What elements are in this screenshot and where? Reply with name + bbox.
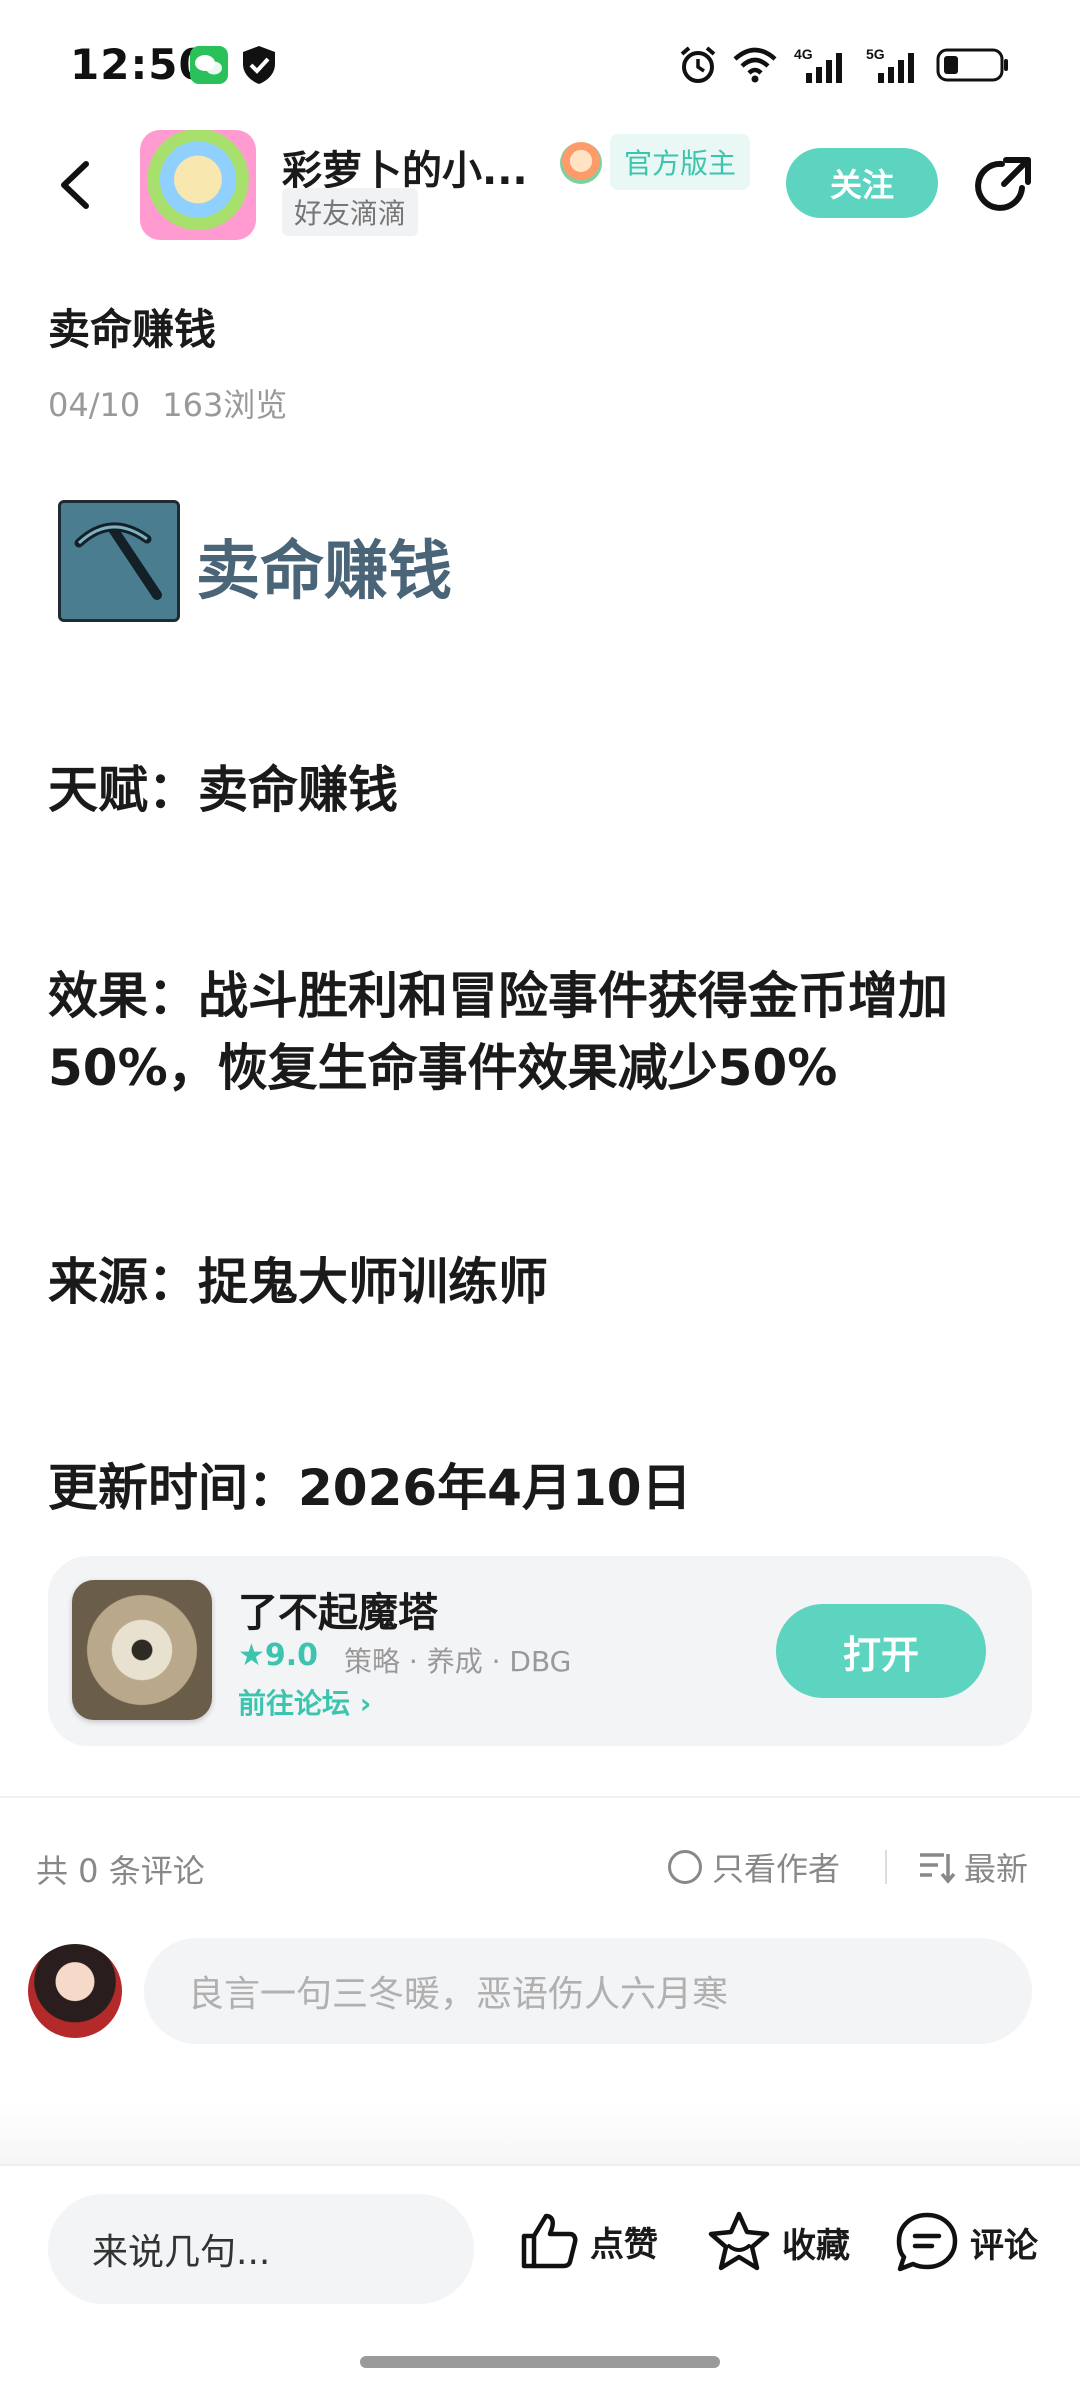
- source-line: 来源：捉鬼大师训练师: [48, 1253, 548, 1311]
- author-only-label: 只看作者: [712, 1850, 841, 1888]
- signal-5g-icon: 5G: [866, 46, 914, 83]
- like-button[interactable]: 点赞: [518, 2210, 658, 2272]
- official-badge: 官方版主: [610, 134, 751, 190]
- author-only-toggle[interactable]: 只看作者: [668, 1844, 840, 1890]
- forum-header: 彩萝卜的小... 好友滴滴 官方版主 关注: [0, 130, 1080, 240]
- separator: [885, 1850, 887, 1884]
- alarm-icon: [680, 46, 716, 83]
- comment-input[interactable]: 良言一句三冬暖，恶语伤人六月寒: [144, 1938, 1032, 2044]
- comment-count: 共 0 条评论: [36, 1852, 205, 1890]
- post-meta: 04/10 163浏览: [48, 380, 287, 426]
- open-button[interactable]: 打开: [776, 1604, 986, 1698]
- post-views: 163浏览: [162, 386, 288, 424]
- status-time: 12:50: [70, 40, 209, 89]
- favorite-button[interactable]: 收藏: [706, 2210, 850, 2274]
- comment-button[interactable]: 评论: [894, 2210, 1038, 2274]
- thumbs-up-icon: [521, 2213, 578, 2269]
- signal-4g-icon: 4G: [794, 46, 842, 83]
- comment-label: 评论: [970, 2225, 1038, 2266]
- sort-icon: [920, 1853, 956, 1884]
- update-line: 更新时间：2026年4月10日: [48, 1459, 692, 1517]
- post-date: 04/10: [48, 386, 141, 424]
- post-title: 卖命赚钱: [48, 305, 217, 354]
- sort-label: 最新: [964, 1850, 1029, 1888]
- follow-button[interactable]: 关注: [786, 148, 938, 218]
- status-bar: 12:50 4G 5G: [0, 0, 1080, 130]
- chevron-left-icon: [61, 161, 89, 209]
- game-icon: [72, 1580, 212, 1720]
- effect-line: 效果：战斗胜利和冒险事件获得金币增加50%，恢复生命事件效果减少50%: [48, 967, 948, 1097]
- share-button[interactable]: [970, 152, 1036, 218]
- bottom-fade: [0, 2100, 1080, 2164]
- game-card[interactable]: 了不起魔塔 ★9.0 策略 · 养成 · DBG 前往论坛 › 打开: [48, 1556, 1032, 1746]
- wechat-icon: [190, 46, 228, 84]
- radio-icon: [668, 1850, 702, 1884]
- home-indicator[interactable]: [360, 2356, 720, 2368]
- back-button[interactable]: [48, 150, 108, 220]
- shield-icon: [240, 44, 278, 86]
- battery-icon: [936, 48, 1008, 82]
- forum-subtag: 好友滴滴: [282, 188, 419, 236]
- divider: [0, 1796, 1080, 1798]
- star-icon: [708, 2211, 770, 2271]
- avatar: [28, 1944, 122, 2038]
- share-icon: [975, 157, 1031, 211]
- forum-link[interactable]: 前往论坛 ›: [238, 1682, 371, 1722]
- like-label: 点赞: [590, 2224, 658, 2265]
- network-label-5g: 5G: [866, 46, 885, 62]
- game-tags: 策略 · 养成 · DBG: [344, 1645, 572, 1678]
- network-label-4g: 4G: [794, 46, 813, 62]
- talent-heading: 卖命赚钱: [196, 535, 452, 609]
- forum-avatar[interactable]: [140, 130, 256, 240]
- game-rating: ★9.0: [238, 1638, 319, 1673]
- status-icons: 4G 5G: [678, 44, 1010, 86]
- game-name: 了不起魔塔: [238, 1590, 438, 1636]
- say-input[interactable]: 来说几句...: [48, 2194, 474, 2304]
- talent-line: 天赋：卖命赚钱: [48, 761, 398, 819]
- sort-latest-button[interactable]: 最新: [918, 1844, 1028, 1890]
- official-avatar: [560, 142, 602, 184]
- pickaxe-icon: [58, 500, 180, 622]
- comment-icon: [896, 2212, 958, 2272]
- favorite-label: 收藏: [782, 2225, 850, 2266]
- wifi-icon: [733, 47, 777, 83]
